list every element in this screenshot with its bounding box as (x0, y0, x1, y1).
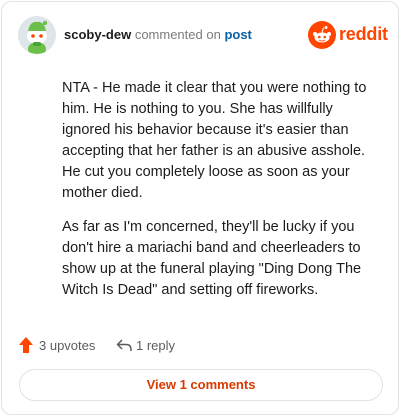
comment-body: NTA - He made it clear that you were not… (62, 78, 374, 314)
comment-header: scoby-dew commented on post reddit (18, 16, 388, 56)
username[interactable]: scoby-dew (64, 27, 131, 42)
comment-card: scoby-dew commented on post reddit NTA -… (1, 1, 399, 415)
upvote-arrow-icon[interactable] (18, 336, 34, 354)
snoo-avatar-icon (18, 16, 56, 54)
commented-text: commented on (134, 27, 221, 42)
byline: scoby-dew commented on post (64, 27, 252, 42)
post-link[interactable]: post (224, 27, 251, 42)
reply-count[interactable]: 1 reply (136, 338, 175, 353)
comment-paragraph: NTA - He made it clear that you were not… (62, 80, 367, 201)
reply-arrow-icon[interactable] (116, 337, 132, 353)
comment-paragraph: As far as I'm concerned, they'll be luck… (62, 219, 362, 298)
view-comments-button[interactable]: View 1 comments (19, 369, 383, 401)
reddit-logo-icon (308, 21, 336, 49)
comment-actions: 3 upvotes 1 reply (18, 334, 378, 356)
avatar[interactable] (18, 16, 56, 54)
reddit-brand[interactable]: reddit (308, 21, 388, 49)
upvote-count: 3 upvotes (39, 338, 96, 353)
brand-wordmark: reddit (339, 24, 388, 44)
